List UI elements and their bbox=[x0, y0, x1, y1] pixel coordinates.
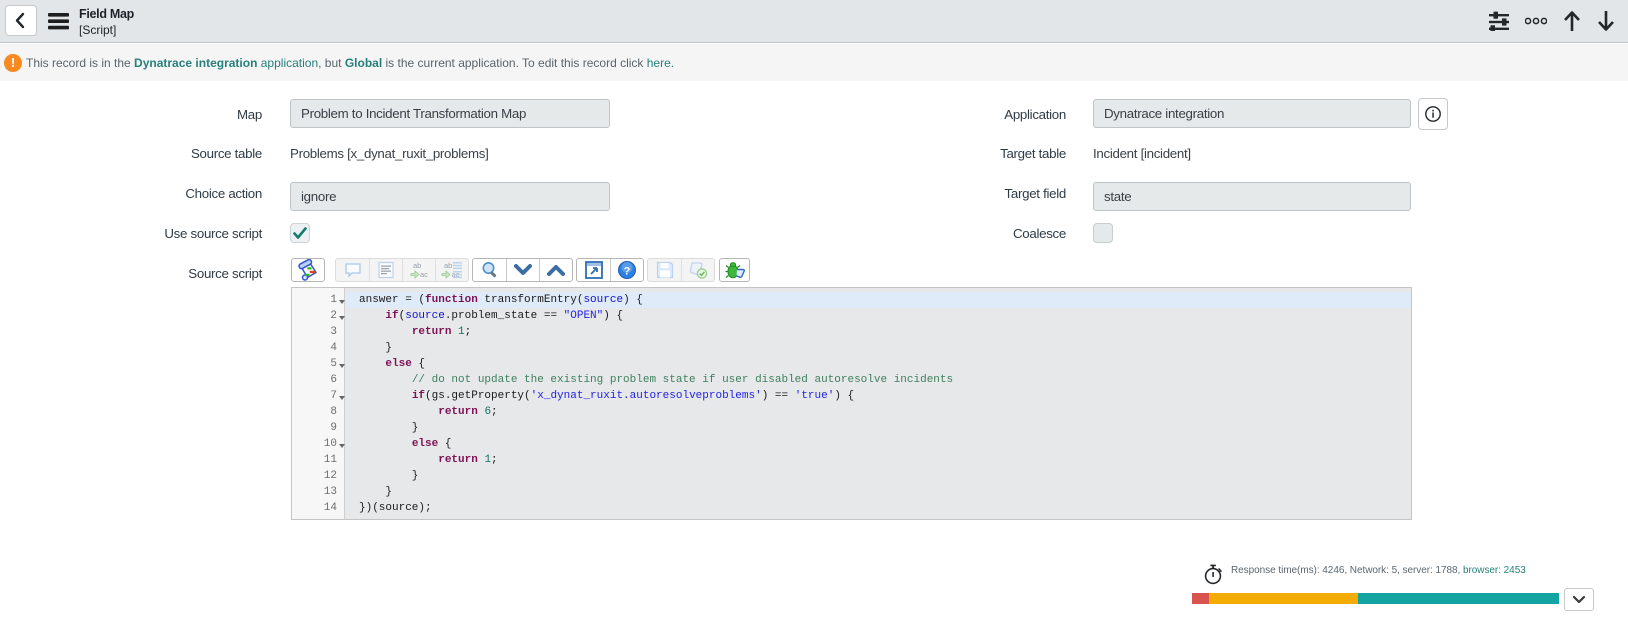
svg-text:ab: ab bbox=[413, 261, 421, 270]
svg-text:?: ? bbox=[624, 266, 631, 278]
svg-text:ab: ab bbox=[444, 261, 452, 270]
svg-text:ac: ac bbox=[420, 270, 428, 279]
